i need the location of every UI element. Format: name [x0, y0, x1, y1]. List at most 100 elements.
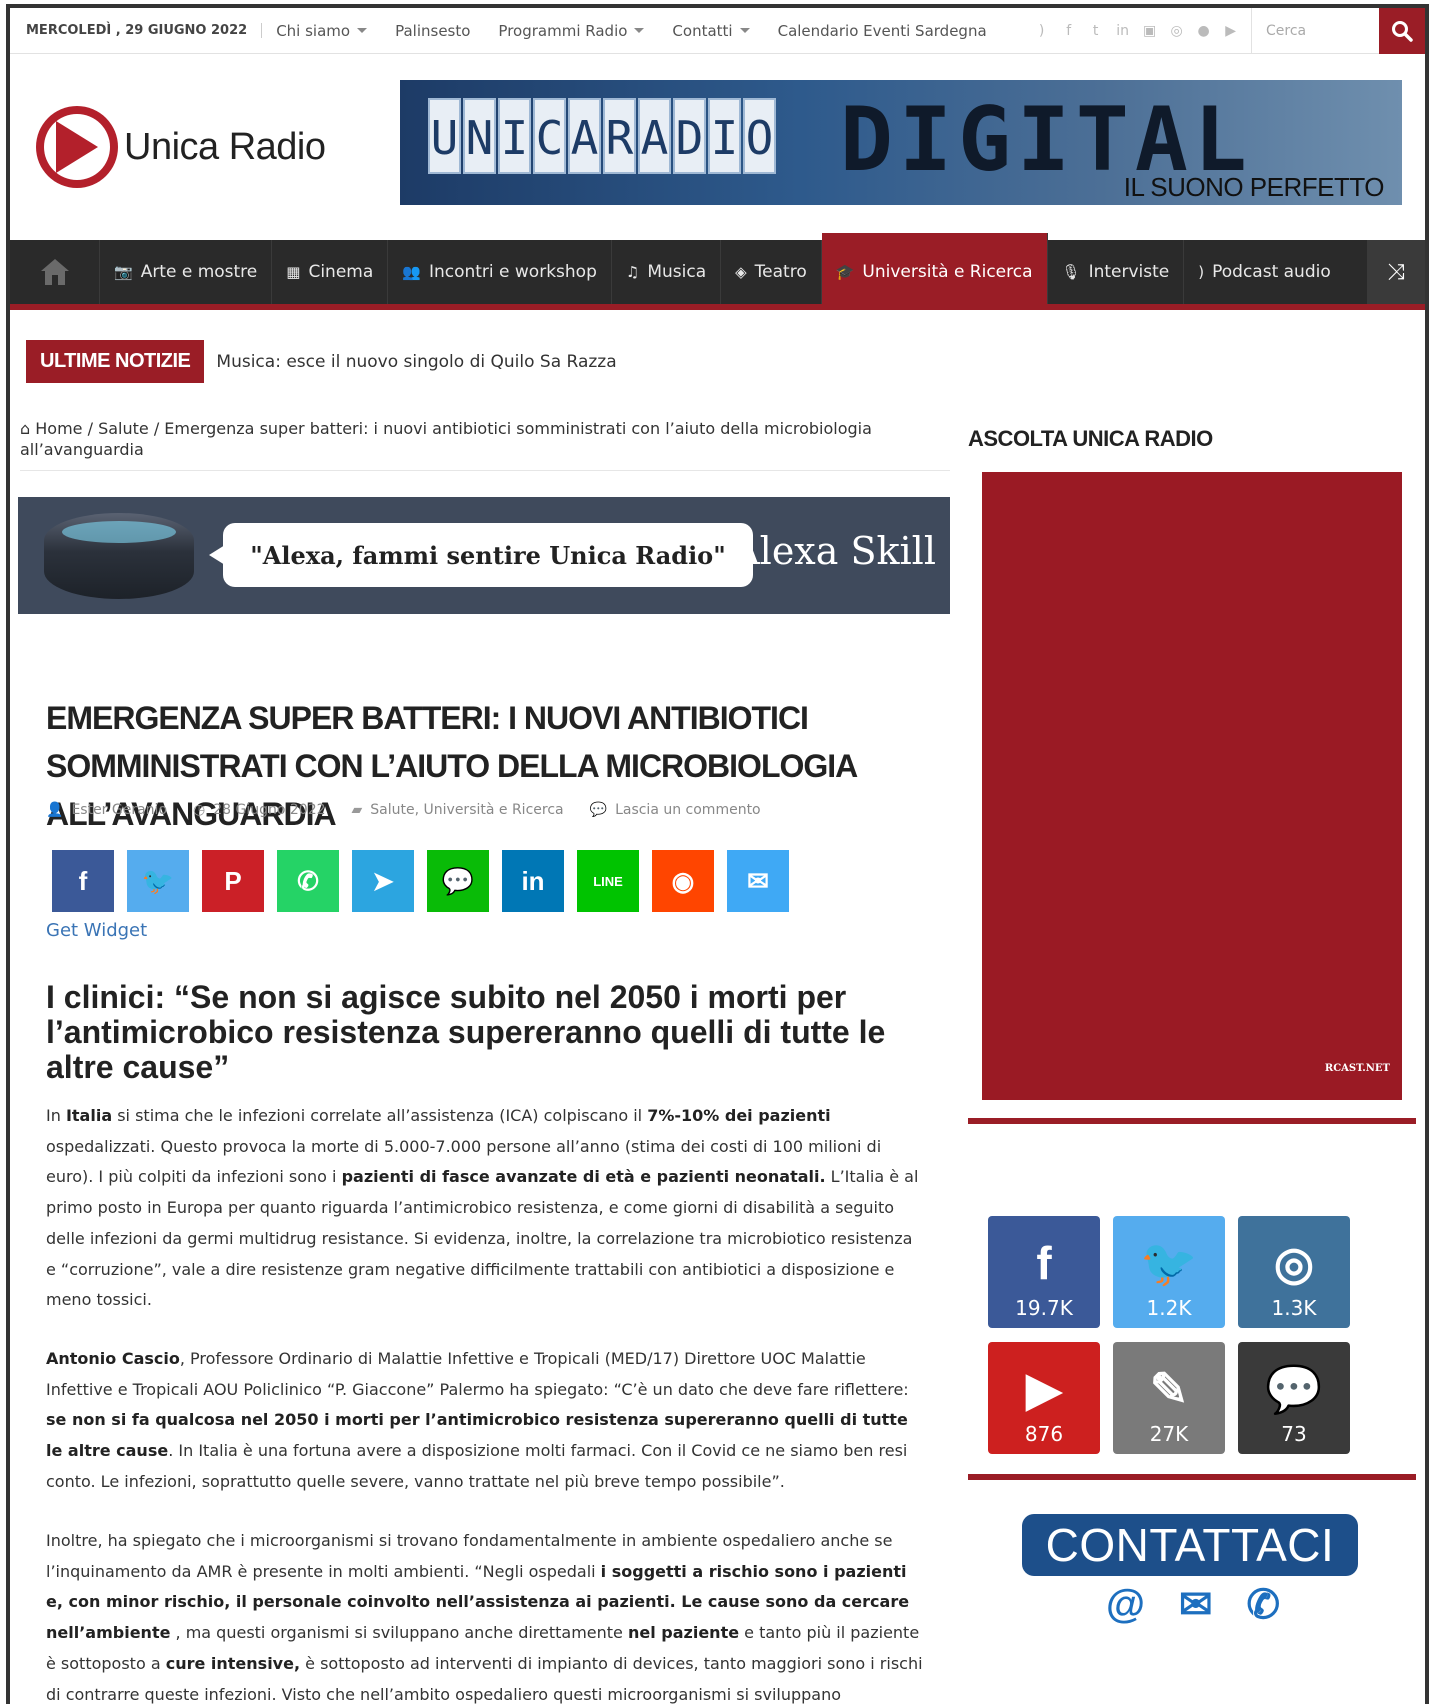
- paragraph-text-run: In: [46, 1106, 66, 1125]
- play-icon[interactable]: ▶: [1222, 22, 1240, 40]
- nav-incontri-e-workshop[interactable]: 👥 Incontri e workshop: [388, 240, 612, 304]
- breadcrumb-home[interactable]: Home: [35, 419, 82, 438]
- breaking-news-link[interactable]: Musica: esce il nuovo singolo di Quilo S…: [216, 352, 616, 372]
- author-name: Ester Geranio: [71, 802, 168, 818]
- reddit-share-button[interactable]: ◉: [652, 850, 714, 912]
- header-banner[interactable]: UNICARADIO DIGITAL RADIO IL SUONO PERFET…: [400, 80, 1402, 205]
- nav-label: Teatro: [754, 262, 807, 282]
- play-logo-icon: [36, 106, 118, 188]
- linkedin-icon[interactable]: in: [1114, 22, 1132, 40]
- camera-icon: 📷: [114, 263, 133, 281]
- instagram-icon[interactable]: ◎: [1168, 22, 1186, 40]
- nav-podcast-audio[interactable]: ) Podcast audio: [1184, 240, 1345, 304]
- youtube-counter[interactable]: ▶ 876: [988, 1342, 1100, 1454]
- contact-button[interactable]: CONTATTACI: [1022, 1514, 1358, 1576]
- breadcrumb-category[interactable]: Salute: [98, 419, 149, 438]
- music-icon: ♫: [625, 263, 640, 281]
- top-nav-label: Programmi Radio: [498, 21, 628, 40]
- paragraph-text-run: L’Italia è al primo posto in Europa per …: [46, 1167, 919, 1310]
- rss-icon: ): [1198, 263, 1205, 281]
- paragraph-text-run: . In Italia è una fortuna avere a dispos…: [46, 1441, 908, 1491]
- whatsapp-share-button[interactable]: ✆: [277, 850, 339, 912]
- at-icon[interactable]: @: [1106, 1582, 1145, 1628]
- alexa-skill-banner[interactable]: "Alexa, fammi sentire Unica Radio" Alexa…: [18, 497, 950, 614]
- echo-dot-image: [44, 513, 194, 599]
- nav-musica[interactable]: ♫ Musica: [612, 240, 722, 304]
- top-nav: Chi siamo Palinsesto Programmi Radio Con…: [276, 22, 1014, 40]
- linkedin-share-button[interactable]: in: [502, 850, 564, 912]
- pinterest-icon: P: [224, 865, 242, 896]
- radio-player[interactable]: RCAST.NET: [982, 472, 1402, 1100]
- nav-label: Cinema: [308, 262, 374, 282]
- search-input[interactable]: Cerca: [1251, 8, 1379, 54]
- top-nav-programmi-radio[interactable]: Programmi Radio: [498, 21, 645, 40]
- paragraph-text-run: nel paziente: [627, 1623, 740, 1643]
- email-share-button[interactable]: ✉: [727, 850, 789, 912]
- twitter-icon: 🐦: [141, 865, 175, 896]
- linkedin-icon: in: [521, 865, 545, 896]
- counter-value: 19.7K: [1015, 1296, 1073, 1320]
- search-button[interactable]: [1379, 8, 1425, 54]
- phone-icon[interactable]: ✆: [1247, 1582, 1281, 1628]
- rss-icon[interactable]: ): [1033, 22, 1051, 40]
- nav-label: Interviste: [1088, 262, 1170, 282]
- posts-counter[interactable]: ✎ 27K: [1113, 1342, 1225, 1454]
- clock-icon: ◷: [193, 802, 206, 818]
- twitter-share-button[interactable]: 🐦: [127, 850, 189, 912]
- nav-universita-e-ricerca[interactable]: 🎓 Università e Ricerca: [821, 233, 1048, 304]
- article-categories[interactable]: ▰ Salute, Università e Ricerca: [352, 802, 564, 818]
- home-icon: [40, 259, 69, 285]
- main-nav: 📷 Arte e mostre ▦ Cinema 👥 Incontri e works…: [10, 233, 1425, 310]
- top-nav-chi-siamo[interactable]: Chi siamo: [276, 21, 368, 40]
- twitter-counter[interactable]: 🐦 1.2K: [1113, 1216, 1225, 1328]
- social-links-top: ) f t in ▣ ◎ ● ▶: [1033, 22, 1249, 40]
- instagram-icon: ◎: [1273, 1237, 1315, 1289]
- counter-value: 1.3K: [1271, 1296, 1317, 1320]
- facebook-counter[interactable]: f 19.7K: [988, 1216, 1100, 1328]
- ticket-icon: ◈: [735, 263, 747, 281]
- pinterest-share-button[interactable]: P: [202, 850, 264, 912]
- top-nav-palinsesto[interactable]: Palinsesto: [395, 22, 470, 40]
- posts-icon: ✎: [1149, 1363, 1189, 1415]
- top-nav-contatti[interactable]: Contatti: [672, 22, 750, 40]
- nav-teatro[interactable]: ◈ Teatro: [721, 240, 822, 304]
- wechat-share-button[interactable]: 💬: [427, 850, 489, 912]
- youtube-icon[interactable]: ▣: [1141, 22, 1159, 40]
- article-comments[interactable]: 💬 Lascia un commento: [590, 802, 761, 818]
- instagram-counter[interactable]: ◎ 1.3K: [1238, 1216, 1350, 1328]
- envelope-icon[interactable]: ✉: [1179, 1582, 1213, 1628]
- line-share-button[interactable]: LINE: [577, 850, 639, 912]
- breadcrumb: ⌂ Home / Salute / Emergenza super batter…: [20, 418, 950, 471]
- site-logo[interactable]: Unica Radio: [36, 106, 326, 188]
- site-logo-text: Unica Radio: [124, 125, 326, 168]
- facebook-icon[interactable]: f: [1060, 22, 1078, 40]
- facebook-share-button[interactable]: f: [52, 850, 114, 912]
- search-icon: [1392, 21, 1413, 42]
- nav-arte-e-mostre[interactable]: 📷 Arte e mostre: [100, 240, 273, 304]
- youtube-icon: ▶: [1026, 1363, 1062, 1415]
- comments-counter[interactable]: 💬 73: [1238, 1342, 1350, 1454]
- top-nav-label: Chi siamo: [276, 21, 351, 40]
- article-date: ◷ 28 Giugno 2022: [193, 802, 326, 818]
- facebook-icon: f: [78, 865, 88, 896]
- top-bar: MERCOLEDÌ , 29 GIUGNO 2022 Chi siamo Pal…: [10, 8, 1425, 54]
- nav-cinema[interactable]: ▦ Cinema: [272, 240, 389, 304]
- nav-interviste[interactable]: 🎙 Interviste: [1048, 240, 1185, 304]
- nav-label: Musica: [647, 262, 707, 282]
- player-credit[interactable]: RCAST.NET: [1325, 1063, 1390, 1074]
- top-nav-calendario[interactable]: Calendario Eventi Sardegna: [778, 22, 987, 40]
- banner-unica-radio: UNICARADIO: [428, 98, 778, 174]
- sidebar-title: ASCOLTA UNICA RADIO: [968, 426, 1213, 451]
- spotify-icon[interactable]: ●: [1195, 22, 1213, 40]
- get-widget-link[interactable]: Get Widget: [46, 920, 147, 941]
- twitter-icon[interactable]: t: [1087, 22, 1105, 40]
- random-article-button[interactable]: ⤨: [1367, 240, 1425, 304]
- telegram-share-button[interactable]: ➤: [352, 850, 414, 912]
- top-nav-label: Calendario Eventi Sardegna: [777, 21, 987, 40]
- article-author[interactable]: 👤 Ester Geranio: [46, 802, 167, 818]
- nav-label: Università e Ricerca: [862, 262, 1033, 282]
- twitter-icon: 🐦: [1140, 1237, 1198, 1289]
- comments-icon: 💬: [589, 802, 608, 818]
- nav-home[interactable]: [10, 240, 100, 304]
- paragraph-text-run: si stima che le infezioni correlate all’…: [112, 1106, 648, 1125]
